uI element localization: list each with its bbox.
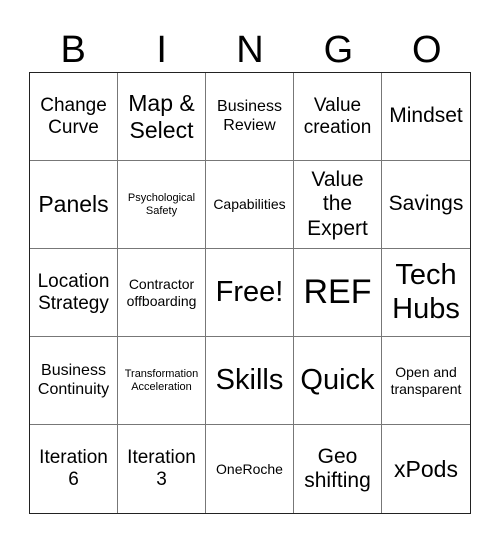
bingo-cell[interactable]: Iteration 6 — [30, 425, 118, 513]
bingo-cell[interactable]: Mindset — [382, 73, 470, 161]
bingo-cell[interactable]: Value creation — [294, 73, 382, 161]
cell-text: Value creation — [303, 94, 372, 138]
bingo-cell[interactable]: Location Strategy — [30, 249, 118, 337]
cell-text: Iteration 6 — [39, 447, 108, 490]
bingo-cell[interactable]: Business Continuity — [30, 337, 118, 425]
bingo-cell[interactable]: Capabilities — [206, 161, 294, 249]
cell-text: Map & Select — [128, 90, 195, 143]
cell-text: Open and transparent — [390, 364, 462, 397]
cell-text: Business Review — [217, 98, 282, 134]
bingo-cell[interactable]: Business Review — [206, 73, 294, 161]
cell-text: Location Strategy — [37, 270, 110, 314]
cell-text: OneRoche — [216, 460, 283, 477]
cell-text: REF — [303, 272, 372, 311]
bingo-cell[interactable]: xPods — [382, 425, 470, 513]
header-letter-g: G — [323, 29, 354, 71]
bingo-cell[interactable]: Savings — [382, 161, 470, 249]
bingo-cell[interactable]: Panels — [30, 161, 118, 249]
cell-text: Capabilities — [213, 196, 286, 213]
free-space-cell[interactable]: Free! — [206, 249, 294, 337]
cell-text: Free! — [215, 275, 284, 308]
bingo-cell[interactable]: Value the Expert — [294, 161, 382, 249]
bingo-cell[interactable]: Psychological Safety — [118, 161, 206, 249]
cell-text: Mindset — [389, 104, 463, 128]
cell-text: Contractor offboarding — [126, 276, 197, 309]
cell-text: xPods — [394, 455, 458, 482]
bingo-cell[interactable]: Transformation Acceleration — [118, 337, 206, 425]
cell-text: Geo shifting — [304, 444, 371, 492]
bingo-cell[interactable]: Tech Hubs — [382, 249, 470, 337]
cell-text: Business Continuity — [37, 362, 110, 398]
bingo-cell[interactable]: Contractor offboarding — [118, 249, 206, 337]
bingo-cell[interactable]: Change Curve — [30, 73, 118, 161]
header-letter-o: O — [412, 29, 442, 71]
cell-text: Quick — [300, 363, 375, 396]
cell-text: Skills — [215, 363, 284, 396]
bingo-cell[interactable]: Iteration 3 — [118, 425, 206, 513]
bingo-cell[interactable]: Geo shifting — [294, 425, 382, 513]
cell-text: Change Curve — [40, 94, 107, 138]
bingo-cell[interactable]: REF — [294, 249, 382, 337]
header-letter-i: I — [156, 29, 167, 71]
bingo-grid: Change Curve Map & Select Business Revie… — [29, 72, 471, 514]
cell-text: Savings — [388, 192, 464, 216]
bingo-cell[interactable]: Map & Select — [118, 73, 206, 161]
header-letter-b: B — [60, 29, 86, 71]
bingo-cell[interactable]: Open and transparent — [382, 337, 470, 425]
bingo-cell[interactable]: Skills — [206, 337, 294, 425]
cell-text: Tech Hubs — [392, 259, 460, 325]
cell-text: Iteration 3 — [127, 447, 196, 490]
cell-text: Psychological Safety — [127, 191, 196, 217]
bingo-cell[interactable]: Quick — [294, 337, 382, 425]
cell-text: Panels — [38, 191, 109, 218]
header-letter-n: N — [236, 29, 264, 71]
bingo-cell[interactable]: OneRoche — [206, 425, 294, 513]
cell-text: Transformation Acceleration — [124, 367, 199, 393]
bingo-header: B I N G O — [29, 28, 471, 72]
cell-text: Value the Expert — [307, 168, 368, 240]
